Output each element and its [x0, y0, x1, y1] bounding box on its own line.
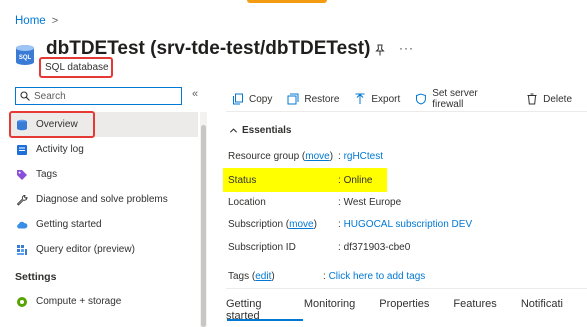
tab-monitoring[interactable]: Monitoring — [304, 298, 355, 322]
subscription-label: Subscription (move) — [228, 219, 317, 230]
tab-properties[interactable]: Properties — [379, 298, 429, 322]
restore-icon — [287, 93, 299, 105]
sidebar-section-settings: Settings — [15, 271, 57, 283]
more-options-icon[interactable]: ··· — [399, 41, 414, 55]
location-label: Location — [228, 197, 266, 208]
delete-button[interactable]: Delete — [526, 93, 572, 105]
annotation-box-overview — [9, 111, 95, 138]
resource-group-link[interactable]: rgHCtest — [344, 151, 383, 162]
breadcrumb-separator: > — [51, 15, 59, 27]
copy-button[interactable]: Copy — [232, 93, 272, 105]
sidebar-item-activity-log[interactable]: Activity log — [10, 137, 198, 162]
sidebar-item-label: Getting started — [36, 219, 102, 230]
shield-icon — [416, 93, 427, 105]
sidebar-scroll-thumb[interactable] — [201, 125, 206, 327]
breadcrumb: Home > — [15, 15, 58, 27]
sidebar-item-label: Query editor (preview) — [36, 244, 135, 255]
add-tags-link[interactable]: Click here to add tags — [329, 271, 426, 282]
search-input[interactable]: Search — [15, 87, 182, 105]
query-grid-icon — [17, 244, 27, 255]
cloud-icon — [17, 221, 28, 228]
compute-icon — [17, 296, 27, 307]
export-label: Export — [371, 93, 401, 105]
toolbar-divider — [226, 111, 587, 112]
subscription-move-link[interactable]: move — [289, 219, 313, 230]
status-value: : Online — [338, 175, 373, 186]
essentials-label: Essentials — [242, 125, 292, 136]
tags-edit-link[interactable]: edit — [255, 271, 271, 282]
copy-label: Copy — [249, 93, 273, 105]
active-tab-indicator — [227, 319, 303, 321]
essentials-toggle[interactable]: Essentials — [229, 125, 291, 136]
sidebar-item-label: Tags — [36, 169, 58, 180]
status-text: Online — [343, 175, 373, 186]
top-accent-bar — [247, 0, 327, 3]
sidebar-item-query-editor[interactable]: Query editor (preview) — [10, 237, 198, 262]
status-label: Status — [228, 175, 257, 186]
location-text: West Europe — [343, 197, 402, 208]
sidebar-item-diagnose[interactable]: Diagnose and solve problems — [10, 187, 198, 212]
restore-label: Restore — [304, 93, 340, 105]
resource-group-move-link[interactable]: move — [305, 151, 329, 162]
sidebar-item-compute-storage[interactable]: Compute + storage — [10, 289, 198, 314]
subscription-value: : HUGOCAL subscription DEV — [338, 219, 473, 230]
sidebar-item-label: Diagnose and solve problems — [36, 194, 168, 205]
breadcrumb-home[interactable]: Home — [15, 15, 46, 27]
tag-icon — [17, 169, 27, 180]
tags-label: Tags (edit) — [228, 271, 275, 282]
location-value: : West Europe — [338, 197, 402, 208]
resource-group-value: : rgHCtest — [338, 151, 384, 162]
pin-icon[interactable] — [374, 44, 386, 56]
subscription-id-text: df371903-cbe0 — [343, 242, 411, 253]
delete-icon — [527, 93, 537, 105]
sidebar-item-getting-started[interactable]: Getting started — [10, 212, 198, 237]
search-placeholder: Search — [34, 90, 66, 102]
subscription-id-value: : df371903-cbe0 — [338, 242, 411, 253]
set-server-firewall-label: Set server firewall — [432, 88, 478, 110]
sidebar-item-label: Compute + storage — [36, 296, 122, 307]
sql-database-icon: SQL — [16, 45, 34, 65]
wrench-icon — [16, 194, 28, 206]
export-button[interactable]: Export — [354, 93, 400, 105]
subscription-link[interactable]: HUGOCAL subscription DEV — [344, 219, 473, 230]
command-bar: Copy Restore Export Set server firewall … — [232, 88, 587, 110]
tabs-divider — [226, 288, 587, 289]
search-icon — [20, 91, 30, 101]
copy-icon — [233, 93, 243, 105]
restore-button[interactable]: Restore — [287, 93, 339, 105]
export-icon — [355, 93, 365, 104]
annotation-box-subtitle — [39, 57, 113, 78]
tab-notifications[interactable]: Notificati — [521, 298, 563, 322]
tab-features[interactable]: Features — [453, 298, 496, 322]
sidebar-nav: Overview Activity log Tags Diagnose and … — [10, 112, 198, 314]
subscription-id-label: Subscription ID — [228, 242, 296, 253]
chevron-up-icon — [229, 128, 238, 133]
sidebar-item-label: Activity log — [36, 144, 84, 155]
collapse-sidebar-icon[interactable]: « — [192, 88, 198, 100]
activity-log-icon — [17, 144, 27, 155]
svg-text:SQL: SQL — [19, 55, 32, 61]
sidebar-item-tags[interactable]: Tags — [10, 162, 198, 187]
resource-group-label: Resource group (move) — [228, 151, 334, 162]
tags-value: : Click here to add tags — [323, 271, 426, 282]
delete-label: Delete — [543, 93, 572, 105]
set-server-firewall-button[interactable]: Set server firewall — [415, 88, 511, 110]
